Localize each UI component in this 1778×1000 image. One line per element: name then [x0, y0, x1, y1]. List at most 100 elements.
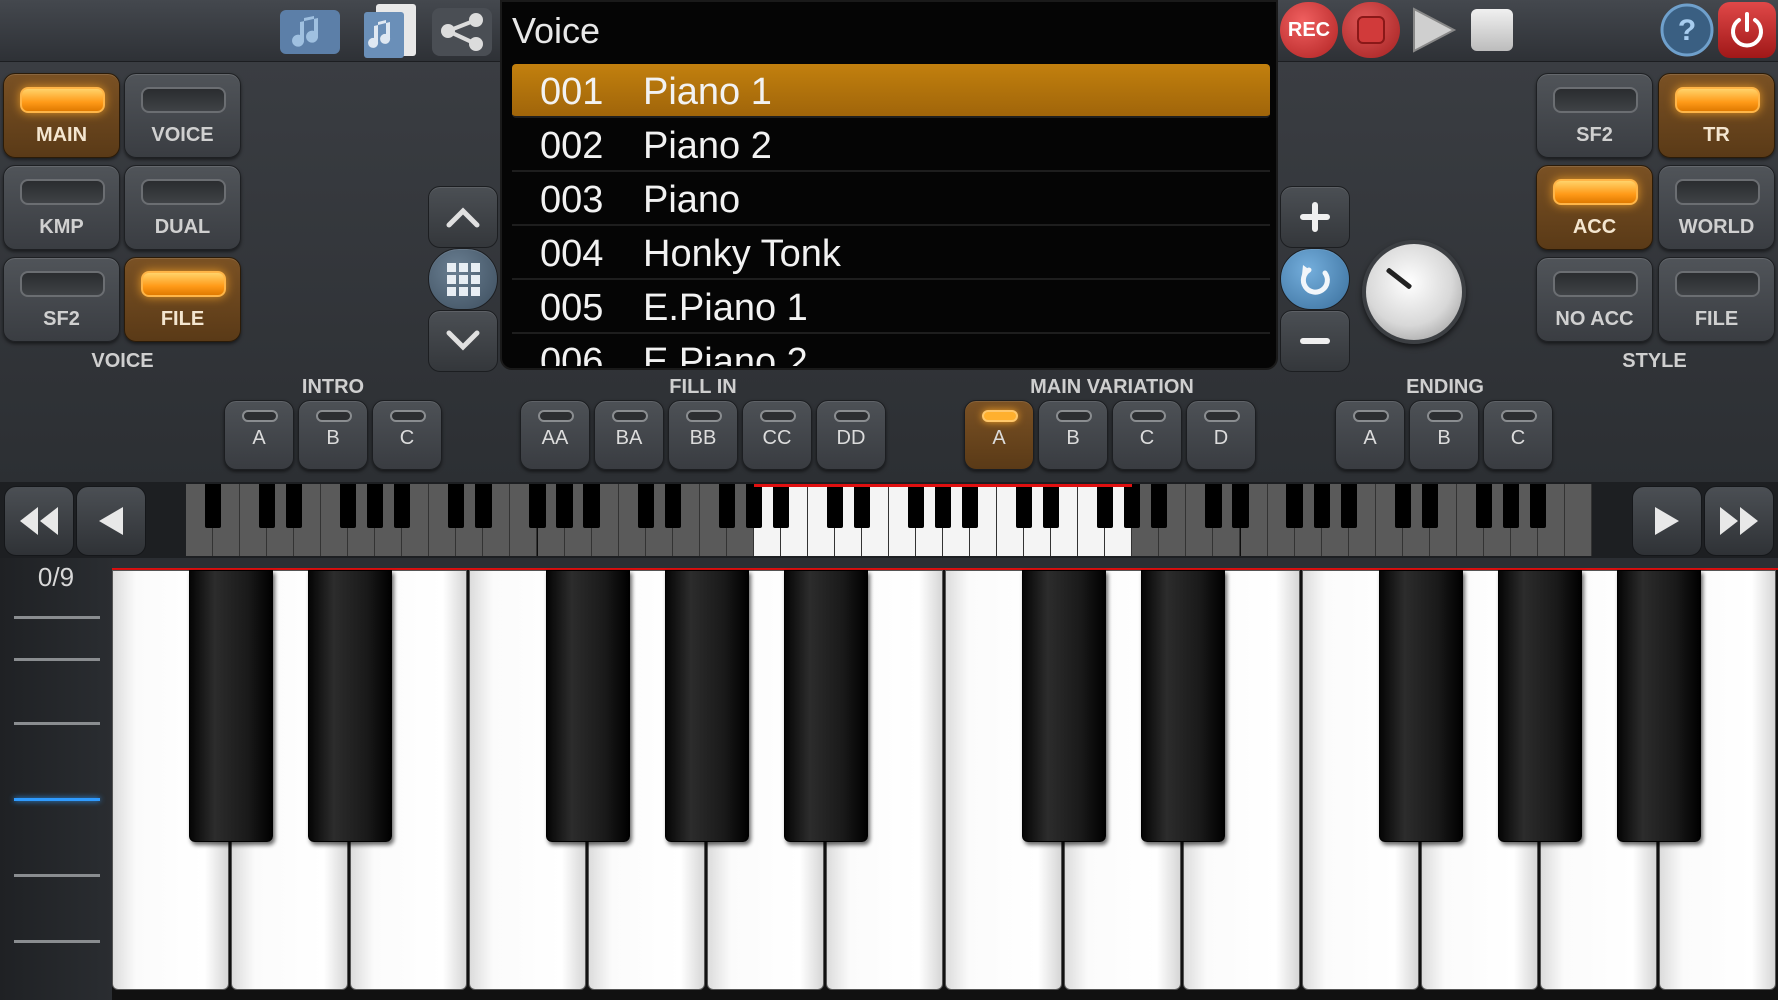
tr-label: TR [1703, 124, 1730, 146]
play-icon [1413, 7, 1457, 53]
fill-ba-button[interactable]: BA [594, 400, 664, 470]
black-key[interactable] [1498, 570, 1582, 842]
list-item[interactable]: 001 Piano 1 [512, 64, 1270, 118]
slider-position-indicator[interactable] [14, 798, 100, 801]
mini-black-key [1286, 484, 1303, 528]
black-key[interactable] [189, 570, 273, 842]
voice-number: 002 [540, 125, 604, 167]
power-button[interactable] [1718, 2, 1776, 58]
share-icon[interactable] [430, 4, 494, 58]
octave-slider-panel[interactable] [0, 558, 112, 1000]
song-file-icon[interactable] [356, 2, 420, 60]
fill-aa-button[interactable]: AA [520, 400, 590, 470]
black-key[interactable] [665, 570, 749, 842]
world-led [1675, 179, 1760, 205]
black-key[interactable] [1617, 570, 1701, 842]
mini-black-key [475, 484, 492, 528]
mini-black-key [556, 484, 573, 528]
main-var-c-button[interactable]: C [1112, 400, 1182, 470]
voice-button[interactable]: VOICE [124, 73, 241, 158]
no-acc-label: NO ACC [1555, 308, 1634, 330]
scroll-far-left-button[interactable] [4, 486, 74, 556]
help-button[interactable]: ? [1658, 2, 1716, 58]
list-item[interactable]: 005 E.Piano 1 [512, 280, 1270, 334]
stop-record-button[interactable] [1342, 2, 1400, 58]
mini-black-key [1313, 484, 1330, 528]
svg-text:?: ? [1678, 14, 1696, 47]
fill-aa-label: AA [541, 427, 569, 449]
keyboard-overview[interactable] [186, 484, 1592, 556]
piano-keyboard[interactable] [112, 570, 1778, 1000]
main-var-d-button[interactable]: D [1186, 400, 1256, 470]
mini-black-key [664, 484, 681, 528]
black-key[interactable] [1379, 570, 1463, 842]
double-left-arrow-icon [20, 507, 58, 535]
ending-a-led [1353, 410, 1389, 422]
volume-minus-button[interactable] [1280, 310, 1350, 372]
black-key[interactable] [546, 570, 630, 842]
ending-a-label: A [1363, 427, 1377, 449]
acc-button[interactable]: ACC [1536, 165, 1653, 250]
voice-list[interactable]: 001 Piano 1 002 Piano 2 003 Piano 004 Honky … [512, 64, 1270, 366]
reset-button[interactable] [1280, 248, 1350, 310]
no-acc-button[interactable]: NO ACC [1536, 257, 1653, 342]
scroll-right-button[interactable] [1632, 486, 1702, 556]
record-button[interactable]: REC [1280, 2, 1338, 58]
intro-c-button[interactable]: C [372, 400, 442, 470]
black-key[interactable] [1022, 570, 1106, 842]
volume-knob[interactable] [1362, 240, 1466, 344]
list-item[interactable]: 002 Piano 2 [512, 118, 1270, 172]
tr-button[interactable]: TR [1658, 73, 1775, 158]
list-item[interactable]: 004 Honky Tonk [512, 226, 1270, 280]
sf2-voice-button[interactable]: SF2 [3, 257, 120, 342]
intro-b-button[interactable]: B [298, 400, 368, 470]
stop-icon [1471, 9, 1513, 51]
file-style-button[interactable]: FILE [1658, 257, 1775, 342]
scroll-far-right-button[interactable] [1704, 486, 1774, 556]
fill-bb-led [686, 410, 722, 422]
mini-black-key [1475, 484, 1492, 528]
dual-button[interactable]: DUAL [124, 165, 241, 250]
voice-name: E.Piano 1 [643, 287, 808, 329]
play-button[interactable] [1404, 2, 1462, 58]
ending-c-button[interactable]: C [1483, 400, 1553, 470]
mini-black-key [934, 484, 952, 528]
sf2-style-button[interactable]: SF2 [1536, 73, 1653, 158]
grid-view-button[interactable] [428, 248, 498, 310]
scroll-left-button[interactable] [76, 486, 146, 556]
sf2-voice-label: SF2 [43, 308, 80, 330]
scroll-up-button[interactable] [428, 186, 498, 248]
black-key[interactable] [308, 570, 392, 842]
file-voice-button[interactable]: FILE [124, 257, 241, 342]
main-var-a-led [982, 410, 1018, 422]
main-var-c-label: C [1139, 427, 1155, 449]
mini-black-key [1502, 484, 1519, 528]
music-library-icon[interactable] [278, 4, 342, 58]
acc-label: ACC [1572, 216, 1617, 238]
intro-a-button[interactable]: A [224, 400, 294, 470]
main-var-b-button[interactable]: B [1038, 400, 1108, 470]
ending-b-button[interactable]: B [1409, 400, 1479, 470]
ending-label: ENDING [1406, 376, 1484, 398]
list-item[interactable]: 003 Piano [512, 172, 1270, 226]
file-voice-led [141, 271, 226, 297]
fill-bb-button[interactable]: BB [668, 400, 738, 470]
fill-cc-button[interactable]: CC [742, 400, 812, 470]
voice-number: 004 [540, 233, 604, 275]
fill-dd-button[interactable]: DD [816, 400, 886, 470]
fill-dd-led [834, 410, 870, 422]
black-key[interactable] [1141, 570, 1225, 842]
main-var-a-button[interactable]: A [964, 400, 1034, 470]
kmp-button[interactable]: KMP [3, 165, 120, 250]
main-var-b-label: B [1066, 427, 1080, 449]
stop-button[interactable] [1466, 4, 1518, 56]
volume-plus-button[interactable] [1280, 186, 1350, 248]
scroll-down-button[interactable] [428, 310, 498, 372]
ending-a-button[interactable]: A [1335, 400, 1405, 470]
black-key[interactable] [784, 570, 868, 842]
world-button[interactable]: WORLD [1658, 165, 1775, 250]
list-item[interactable]: 006 E.Piano 2 [512, 334, 1270, 366]
visible-range-indicator[interactable] [753, 484, 1133, 487]
main-button[interactable]: MAIN [3, 73, 120, 158]
slider-tick [14, 874, 100, 877]
